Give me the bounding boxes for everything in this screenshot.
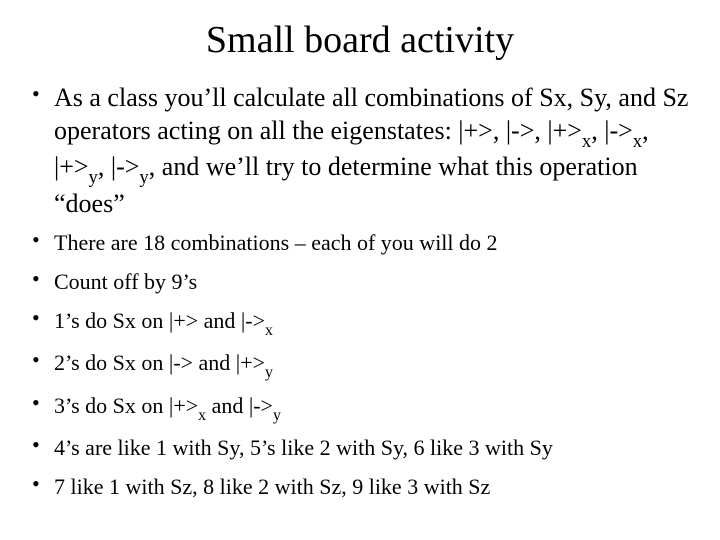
bullet-item-4: 2’s do Sx on |-> and |+>y — [28, 348, 692, 383]
bullet-item-7: 7 like 1 with Sz, 8 like 2 with Sz, 9 li… — [28, 472, 692, 503]
bullet-list: As a class you’ll calculate all combinat… — [28, 82, 692, 503]
slide-title: Small board activity — [28, 18, 692, 62]
bullet-item-6: 4’s are like 1 with Sy, 5’s like 2 with … — [28, 433, 692, 464]
bullet-item-3: 1’s do Sx on |+> and |->x — [28, 306, 692, 341]
bullet-item-5: 3’s do Sx on |+>x and |->y — [28, 391, 692, 426]
intro-bullet: As a class you’ll calculate all combinat… — [28, 82, 692, 220]
bullet-item-2: Count off by 9’s — [28, 267, 692, 298]
bullet-item-1: There are 18 combinations – each of you … — [28, 228, 692, 259]
